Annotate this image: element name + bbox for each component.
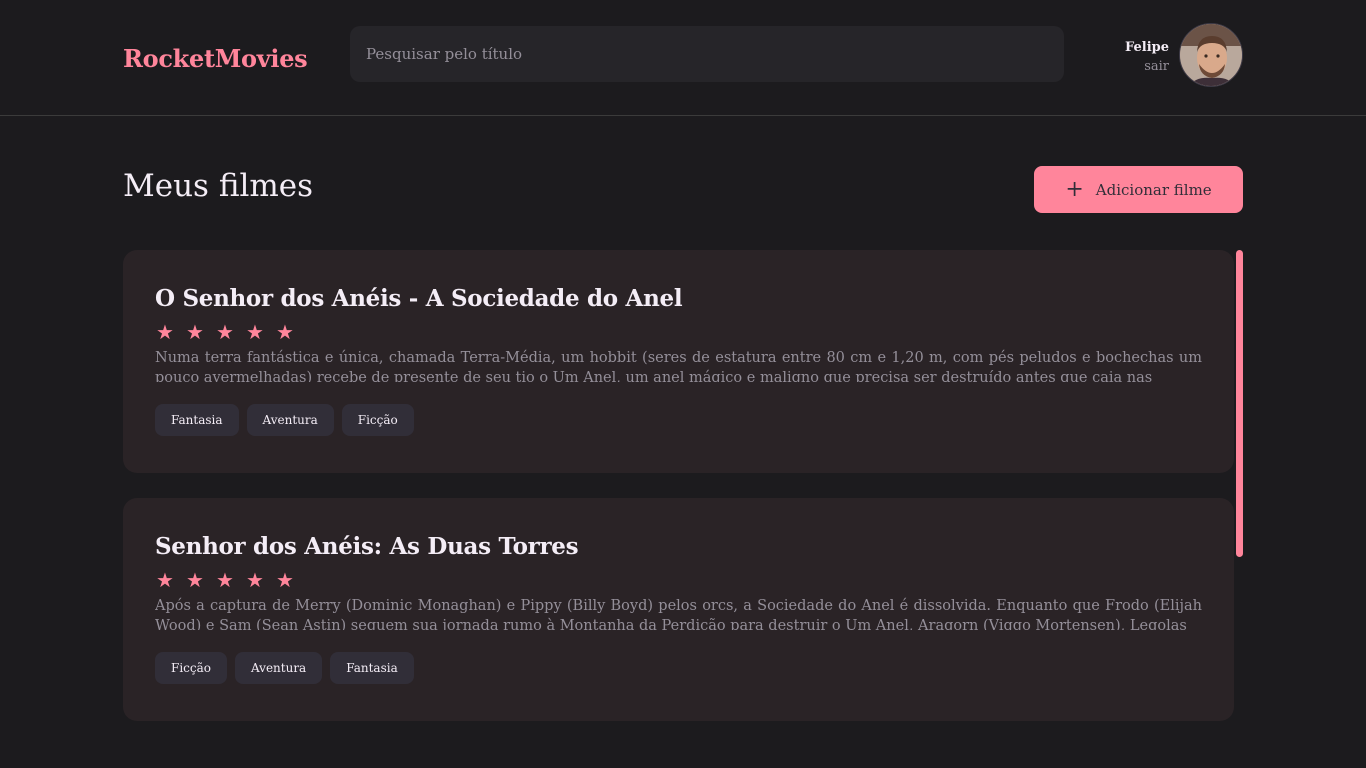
user-name: Felipe (1124, 40, 1169, 55)
star-icon: ★ (276, 568, 294, 592)
movie-card[interactable]: Senhor dos Anéis: As Duas Torres ★ ★ ★ ★… (123, 498, 1234, 721)
logout-link[interactable]: sair (1144, 59, 1169, 74)
movie-list[interactable]: O Senhor dos Anéis - A Sociedade do Anel… (123, 250, 1243, 768)
rating-stars: ★ ★ ★ ★ ★ (155, 322, 1202, 342)
movie-title: Senhor dos Anéis: As Duas Torres (155, 533, 579, 560)
star-icon: ★ (186, 568, 204, 592)
movie-description: Numa terra fantástica e única, chamada T… (155, 350, 1202, 382)
tag: Aventura (234, 652, 323, 684)
page-title: Meus filmes (123, 168, 314, 204)
star-icon: ★ (156, 320, 174, 344)
movie-title: O Senhor dos Anéis - A Sociedade do Anel (155, 285, 683, 312)
avatar-image (1180, 24, 1242, 86)
star-icon: ★ (246, 320, 264, 344)
tag: Fantasia (155, 404, 239, 436)
tag-list: Ficção Aventura Fantasia (155, 652, 1202, 684)
search-input[interactable] (366, 45, 1064, 63)
avatar[interactable] (1179, 23, 1243, 87)
tag: Ficção (341, 404, 414, 436)
star-icon: ★ (156, 568, 174, 592)
star-icon: ★ (186, 320, 204, 344)
add-movie-label: Adicionar filme (1095, 180, 1212, 199)
add-movie-button[interactable]: + Adicionar filme (1034, 166, 1243, 213)
tag: Fantasia (330, 652, 414, 684)
star-icon: ★ (216, 568, 234, 592)
tag: Aventura (246, 404, 334, 436)
tag-list: Fantasia Aventura Ficção (155, 404, 1202, 436)
movie-card[interactable]: O Senhor dos Anéis - A Sociedade do Anel… (123, 250, 1234, 473)
star-icon: ★ (216, 320, 234, 344)
scrollbar-thumb[interactable] (1236, 250, 1243, 557)
tag: Ficção (155, 652, 227, 684)
app-header: RocketMovies Felipe sair (0, 0, 1366, 116)
search-bar[interactable] (350, 26, 1064, 82)
movie-description: Após a captura de Merry (Dominic Monagha… (155, 598, 1202, 630)
rating-stars: ★ ★ ★ ★ ★ (155, 570, 1202, 590)
star-icon: ★ (276, 320, 294, 344)
star-icon: ★ (246, 568, 264, 592)
brand-logo[interactable]: RocketMovies (123, 44, 308, 73)
plus-icon: + (1065, 176, 1084, 202)
